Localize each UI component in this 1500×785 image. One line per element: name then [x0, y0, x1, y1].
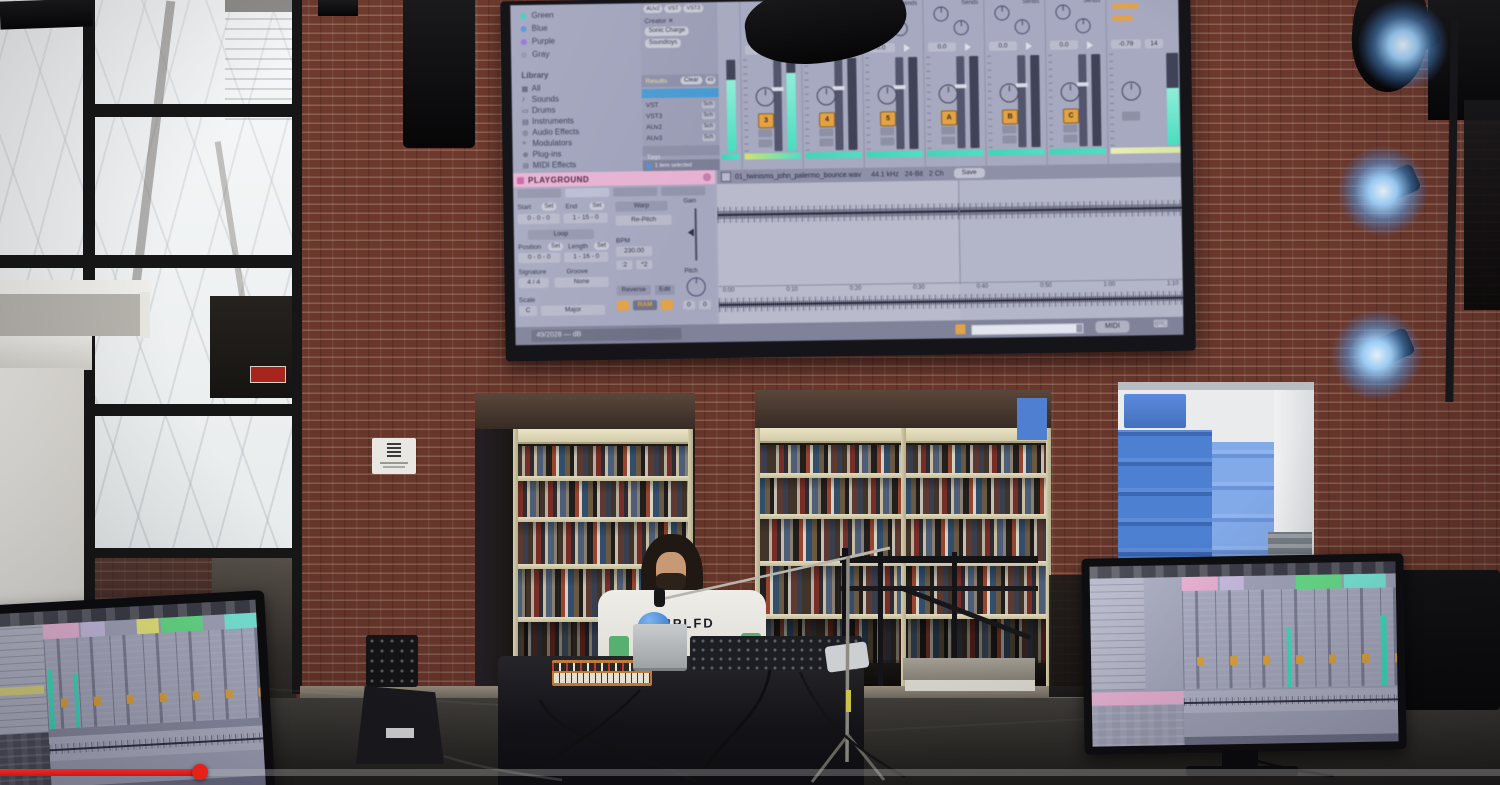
draped-table-right: [1396, 570, 1500, 710]
house-roof: [225, 0, 302, 12]
corner-speaker-stack: [1464, 100, 1500, 310]
shelf-post: [513, 429, 518, 690]
stage-light-blue-glow: [1338, 146, 1428, 236]
opening-header: [755, 390, 1051, 428]
balcony-rail-post: [140, 292, 150, 338]
stage-light-blue-glow: [1358, 0, 1448, 90]
railing-diagonal: [899, 585, 1031, 640]
window-mullion: [88, 404, 302, 416]
qr-sign: [372, 438, 416, 474]
video-progress-track[interactable]: [0, 769, 1500, 776]
window-mullion: [88, 548, 302, 558]
stage-light-blue-glow: [1332, 310, 1422, 400]
railing-bar: [840, 556, 1038, 563]
warning-sign: [250, 366, 286, 383]
opening-header: [475, 393, 695, 429]
monitor-right: [1081, 553, 1406, 755]
stage-step: [903, 658, 1035, 680]
balcony-shadow: [0, 294, 140, 336]
monitor-right-screen: [1089, 561, 1398, 746]
house-outside: [225, 4, 302, 120]
opening-shadow: [475, 429, 513, 690]
screen-glare: [0, 600, 266, 785]
ceiling-speaker: [0, 0, 92, 30]
patch-panel: [366, 635, 418, 687]
video-progress-scrubber[interactable]: [192, 764, 208, 780]
window-mullion: [88, 104, 302, 117]
laptop: [633, 624, 687, 671]
sign-text-line: [383, 466, 405, 468]
shelf-canopy: [513, 429, 693, 444]
book-row: [517, 481, 689, 517]
sleeve-patch: [609, 636, 629, 658]
video-progress-fill[interactable]: [0, 769, 200, 776]
balcony-rail: [0, 280, 152, 294]
screen-glare: [1089, 561, 1398, 746]
monitor-left-screen: [0, 600, 266, 785]
stage-step-edge: [905, 680, 1035, 691]
book-row: [517, 446, 689, 476]
wall-opening-bins: [1118, 382, 1314, 578]
blue-bin-small: [1124, 394, 1186, 428]
railing-bar: [840, 586, 1038, 591]
window-mullion: [0, 255, 302, 268]
monitor-left: [0, 590, 276, 785]
blue-bin-glimpse: [1017, 398, 1047, 440]
stage-wedge-monitor: [356, 686, 444, 764]
keyboard-keys: [554, 673, 650, 683]
opening-top-shadow: [1118, 382, 1314, 390]
ceiling-speaker: [318, 0, 358, 16]
sign-text-line: [380, 462, 408, 464]
railing-post: [878, 550, 883, 686]
wall-speaker-array: [403, 0, 475, 148]
wedge-logo: [386, 728, 414, 738]
video-frame-live-performance: Green Blue Purple Gray Library ▦ All: [0, 0, 1500, 785]
balcony-ledge: [0, 336, 92, 370]
qr-code-icon: [387, 443, 401, 457]
